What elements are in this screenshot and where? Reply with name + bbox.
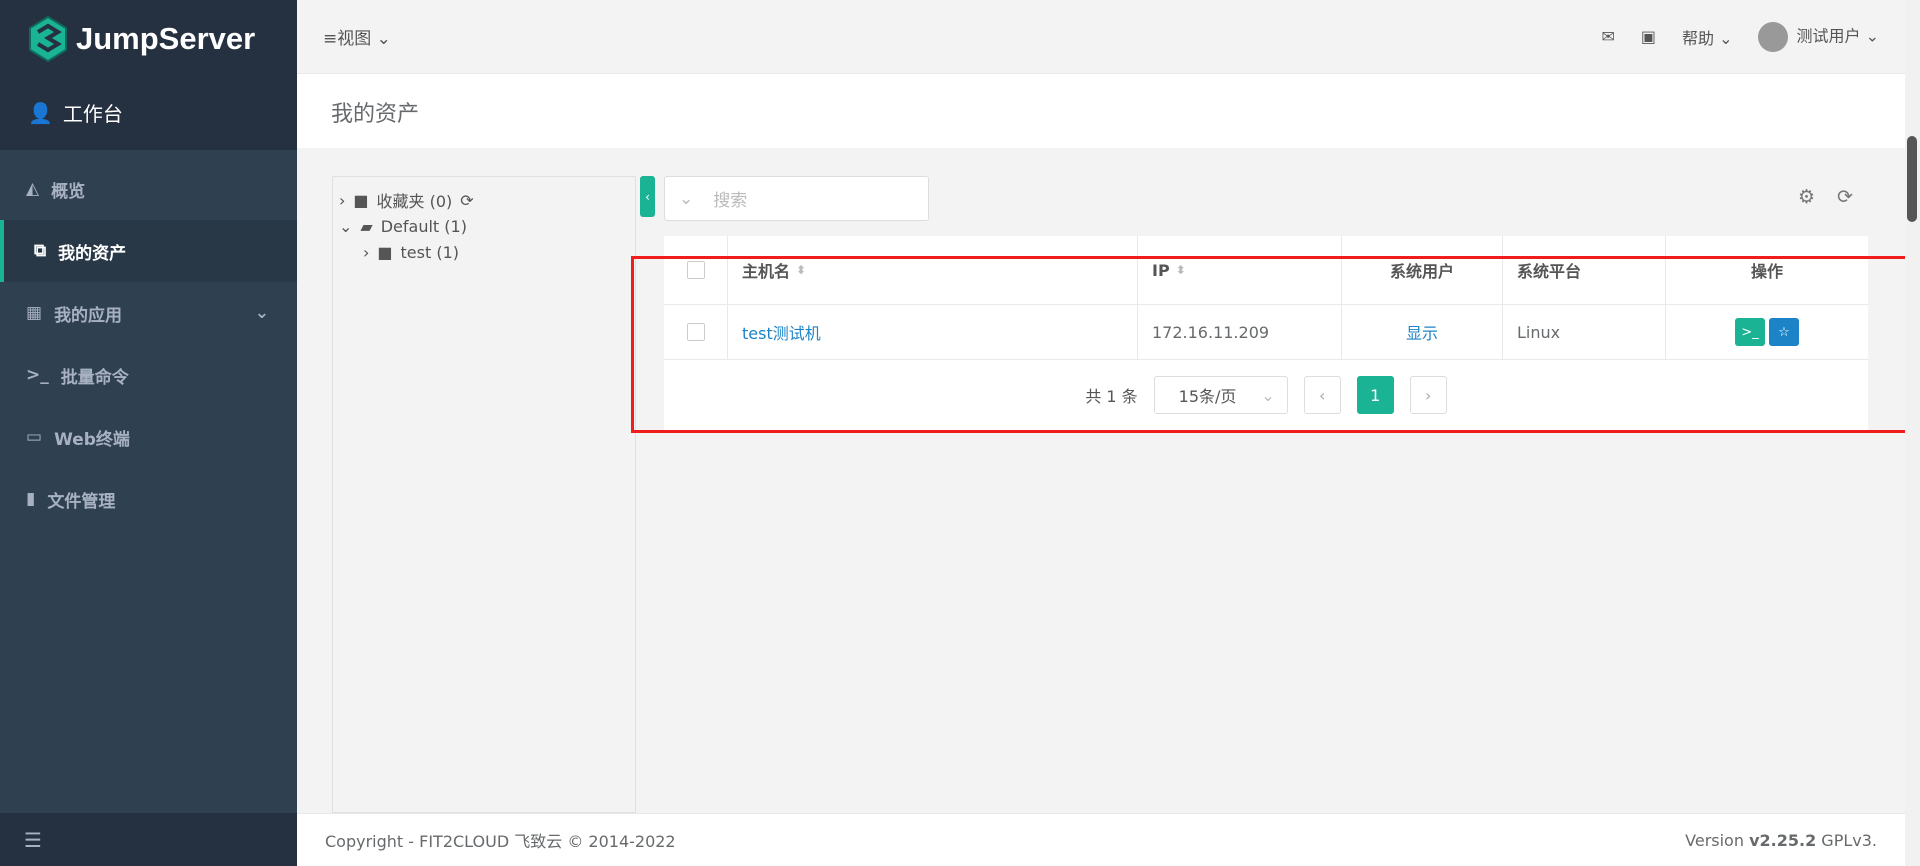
asset-tree: › ■ 收藏夹 (0) ⟳ ⌄ ▰ Default (1) › ■ test (1) (332, 176, 636, 813)
page-title: 我的资产 (297, 74, 1905, 148)
chevron-right-icon[interactable]: › (363, 243, 369, 262)
logo[interactable]: JumpServer (28, 16, 255, 62)
chevron-down-icon[interactable]: ⌄ (339, 217, 352, 236)
assets-table: 主机名 ⬍ IP ⬍ 系统用户 系统平台 操作 test测试机 172.16.11.… (664, 236, 1868, 430)
sidebar-item-label: 批量命令 (60, 367, 129, 388)
tree-node-favorites[interactable]: › ■ 收藏夹 (0) ⟳ (339, 187, 629, 213)
header-label: IP (1152, 260, 1170, 280)
bars-icon: ≡ (323, 29, 338, 49)
chevron-down-icon: ⌄ (1261, 385, 1275, 405)
menu-collapse-icon: ☰ (24, 827, 42, 852)
sidebar-item-batch-command[interactable]: >_ 批量命令 (0, 344, 297, 406)
footer: Copyright - FIT2CLOUD 飞致云 © 2014-2022 Ve… (297, 813, 1905, 866)
page-1-button[interactable]: 1 (1356, 376, 1394, 414)
terminal-icon[interactable]: ▣ (1641, 27, 1656, 46)
tree-node-label: 收藏夹 (0) (376, 192, 453, 211)
sidebar: JumpServer 👤 工作台 ◭ 概览 ⧉ 我的资产 ▦ 我的应用 ⌄ >_ 批量命令 … (0, 0, 297, 866)
jumpserver-logo-icon (29, 16, 67, 62)
header-actions: 操作 (1750, 262, 1783, 281)
sidebar-item-label: 概览 (51, 181, 86, 202)
window-icon: ▭ (26, 427, 43, 447)
sidebar-item-overview[interactable]: ◭ 概览 (0, 158, 297, 220)
search-input[interactable]: ⌄ 搜索 (664, 176, 929, 221)
gear-icon[interactable]: ⚙ (1798, 186, 1815, 208)
avatar (1758, 21, 1789, 52)
refresh-icon[interactable]: ⟳ (460, 191, 473, 210)
sidebar-item-my-apps[interactable]: ▦ 我的应用 ⌄ (0, 282, 297, 344)
sidebar-item-label: 文件管理 (47, 491, 116, 512)
version-number: v2.25.2 (1749, 830, 1817, 850)
header-hostname[interactable]: 主机名 ⬍ (728, 236, 1138, 304)
page-size-select[interactable]: 15条/页 ⌄ (1153, 376, 1288, 414)
header-system-user: 系统用户 (1342, 236, 1503, 304)
next-page-button[interactable]: › (1409, 376, 1447, 414)
hostname-link[interactable]: test测试机 (742, 320, 821, 344)
sidebar-item-my-assets[interactable]: ⧉ 我的资产 (0, 220, 297, 282)
header-ip[interactable]: IP ⬍ (1138, 236, 1342, 304)
collapse-sidebar-button[interactable]: ☰ (0, 813, 297, 866)
help-menu[interactable]: 帮助 ⌄ (1682, 25, 1733, 49)
view-menu[interactable]: ≡视图 ⌄ (323, 24, 391, 49)
pagination: 共 1 条 15条/页 ⌄ ‹ 1 › (664, 360, 1868, 430)
show-system-user-link[interactable]: 显示 (1406, 320, 1438, 344)
view-label: 视图 (337, 29, 372, 49)
tree-node-label: Default (1) (380, 216, 467, 236)
favorite-star-button[interactable]: ☆ (1769, 318, 1799, 346)
workspace-label: 工作台 (62, 102, 123, 126)
chevron-left-icon: ‹ (645, 189, 650, 204)
user-icon: 👤 (28, 100, 53, 125)
tree-node-default[interactable]: ⌄ ▰ Default (1) (339, 213, 629, 239)
tree-toggle-button[interactable]: ‹ (640, 176, 655, 217)
user-name: 测试用户 (1796, 26, 1861, 45)
scrollbar[interactable] (1905, 0, 1920, 866)
page-size-value: 15条/页 (1178, 387, 1237, 406)
folder-open-icon: ▰ (360, 216, 373, 236)
brand-name: JumpServer (76, 21, 256, 56)
tree-node-label: test (1) (400, 242, 460, 262)
copyright: Copyright - FIT2CLOUD 飞致云 © 2014-2022 (325, 832, 676, 851)
chevron-down-icon: ⌄ (376, 29, 391, 49)
ip-cell: 172.16.11.209 (1138, 305, 1342, 359)
terminal-icon: >_ (26, 365, 49, 385)
sidebar-item-file-manager[interactable]: ▮ 文件管理 (0, 468, 297, 530)
sidebar-item-label: Web终端 (54, 429, 130, 450)
header-label: 主机名 (742, 262, 791, 281)
version-info: Version v2.25.2 GPLv3. (1685, 831, 1877, 850)
tree-node-test[interactable]: › ■ test (1) (339, 239, 629, 265)
search-placeholder: 搜索 (713, 191, 748, 211)
prev-page-button[interactable]: ‹ (1303, 376, 1341, 414)
header-platform: 系统平台 (1503, 236, 1666, 304)
table-header: 主机名 ⬍ IP ⬍ 系统用户 系统平台 操作 (664, 236, 1868, 305)
row-checkbox[interactable] (686, 323, 705, 341)
workspace-switch[interactable]: 👤 工作台 (28, 98, 123, 127)
scrollbar-thumb[interactable] (1907, 136, 1917, 222)
license: GPLv3. (1821, 830, 1877, 850)
chevron-down-icon: ⌄ (679, 188, 694, 209)
connect-terminal-button[interactable]: >_ (1735, 318, 1765, 346)
chart-area-icon: ◭ (26, 179, 40, 199)
mail-icon[interactable]: ✉ (1601, 27, 1614, 46)
grid-icon: ▦ (26, 303, 43, 323)
topbar: ≡视图 ⌄ ✉ ▣ 帮助 ⌄ 测试用户 ⌄ (297, 0, 1905, 74)
sidebar-item-label: 我的资产 (58, 243, 127, 264)
sort-icon: ⬍ (796, 263, 807, 277)
folder-icon: ■ (377, 242, 393, 262)
platform-cell: Linux (1503, 305, 1666, 359)
file-icon: ▮ (26, 489, 36, 509)
folder-icon: ■ (353, 190, 369, 210)
select-all-checkbox[interactable] (686, 261, 705, 279)
version-prefix: Version (1685, 830, 1744, 850)
sort-icon: ⬍ (1175, 263, 1186, 277)
chevron-down-icon: ⌄ (254, 303, 269, 323)
help-label: 帮助 (1681, 28, 1714, 48)
sidebar-item-web-terminal[interactable]: ▭ Web终端 (0, 406, 297, 468)
table-row: test测试机 172.16.11.209 显示 Linux >_ ☆ (664, 305, 1868, 360)
sidebar-item-label: 我的应用 (54, 305, 123, 326)
user-menu[interactable]: 测试用户 ⌄ (1758, 21, 1879, 52)
refresh-icon[interactable]: ⟳ (1837, 186, 1853, 208)
chevron-right-icon[interactable]: › (339, 191, 345, 210)
copy-icon: ⧉ (34, 241, 47, 261)
total-count: 共 1 条 (1085, 387, 1138, 406)
